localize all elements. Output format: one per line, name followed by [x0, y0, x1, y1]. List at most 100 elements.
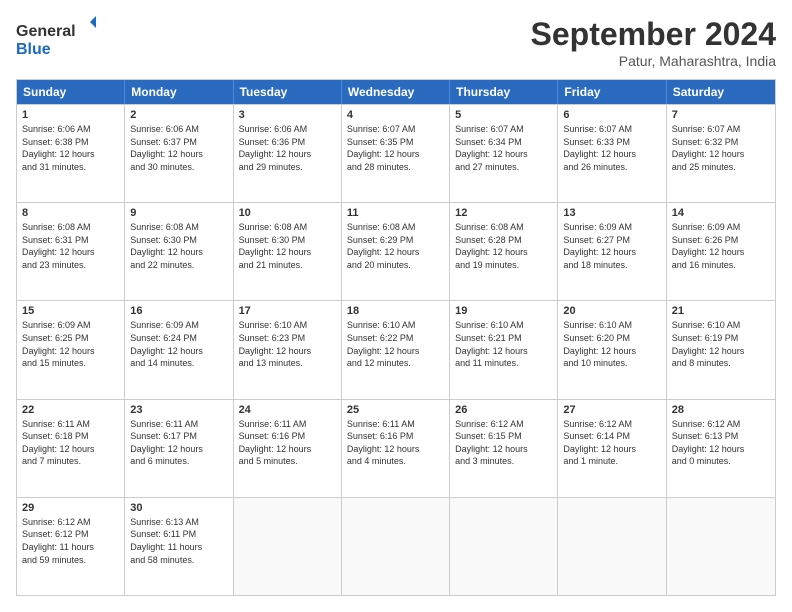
day-info: Sunrise: 6:08 AMSunset: 6:28 PMDaylight:…	[455, 221, 552, 271]
day-info: Sunrise: 6:10 AMSunset: 6:21 PMDaylight:…	[455, 319, 552, 369]
day-info: Sunrise: 6:12 AMSunset: 6:15 PMDaylight:…	[455, 418, 552, 468]
day-number: 26	[455, 404, 552, 416]
day-24: 24 Sunrise: 6:11 AMSunset: 6:16 PMDayligh…	[234, 400, 342, 497]
day-info: Sunrise: 6:11 AMSunset: 6:18 PMDaylight:…	[22, 418, 119, 468]
day-15: 15 Sunrise: 6:09 AMSunset: 6:25 PMDayligh…	[17, 301, 125, 398]
day-number: 10	[239, 207, 336, 219]
weekday-sunday: Sunday	[17, 80, 125, 104]
day-29: 29Sunrise: 6:12 AMSunset: 6:12 PMDayligh…	[17, 498, 125, 595]
day-19: 19 Sunrise: 6:10 AMSunset: 6:21 PMDayligh…	[450, 301, 558, 398]
day-number: 23	[130, 404, 227, 416]
weekday-saturday: Saturday	[667, 80, 775, 104]
day-5: 5 Sunrise: 6:07 AMSunset: 6:34 PMDaylight…	[450, 105, 558, 202]
day-info: Sunrise: 6:10 AMSunset: 6:20 PMDaylight:…	[563, 319, 660, 369]
day-25: 25Sunrise: 6:11 AMSunset: 6:16 PMDayligh…	[342, 400, 450, 497]
day-number: 22	[22, 404, 119, 416]
day-empty	[667, 498, 775, 595]
header: General Blue September 2024 Patur, Mahar…	[16, 16, 776, 69]
title-block: September 2024 Patur, Maharashtra, India	[531, 16, 776, 69]
weekday-tuesday: Tuesday	[234, 80, 342, 104]
day-26: 26 Sunrise: 6:12 AMSunset: 6:15 PMDayligh…	[450, 400, 558, 497]
day-13: 13Sunrise: 6:09 AMSunset: 6:27 PMDayligh…	[558, 203, 666, 300]
day-number: 27	[563, 404, 660, 416]
day-info: Sunrise: 6:10 AMSunset: 6:22 PMDaylight:…	[347, 319, 444, 369]
day-18: 18 Sunrise: 6:10 AMSunset: 6:22 PMDayligh…	[342, 301, 450, 398]
calendar: Sunday Monday Tuesday Wednesday Thursday…	[16, 79, 776, 596]
day-4: 4 Sunrise: 6:07 AMSunset: 6:35 PMDaylight…	[342, 105, 450, 202]
day-info: Sunrise: 6:08 AMSunset: 6:30 PMDaylight:…	[130, 221, 227, 271]
day-14: 14Sunrise: 6:09 AMSunset: 6:26 PMDayligh…	[667, 203, 775, 300]
logo-svg: General Blue	[16, 16, 96, 60]
day-number: 8	[22, 207, 119, 219]
day-number: 17	[239, 305, 336, 317]
day-20: 20 Sunrise: 6:10 AMSunset: 6:20 PMDayligh…	[558, 301, 666, 398]
day-info: Sunrise: 6:09 AMSunset: 6:27 PMDaylight:…	[563, 221, 660, 271]
day-info: Sunrise: 6:09 AMSunset: 6:26 PMDaylight:…	[672, 221, 770, 271]
day-info: Sunrise: 6:06 AMSunset: 6:37 PMDaylight:…	[130, 123, 227, 173]
day-info: Sunrise: 6:13 AMSunset: 6:11 PMDaylight:…	[130, 516, 227, 566]
calendar-row-1: 8 Sunrise: 6:08 AMSunset: 6:31 PMDaylight…	[17, 202, 775, 300]
calendar-row-3: 22 Sunrise: 6:11 AMSunset: 6:18 PMDayligh…	[17, 399, 775, 497]
day-23: 23 Sunrise: 6:11 AMSunset: 6:17 PMDayligh…	[125, 400, 233, 497]
day-info: Sunrise: 6:07 AMSunset: 6:33 PMDaylight:…	[563, 123, 660, 173]
day-number: 20	[563, 305, 660, 317]
day-info: Sunrise: 6:11 AMSunset: 6:16 PMDaylight:…	[347, 418, 444, 468]
day-number: 4	[347, 109, 444, 121]
day-30: 30 Sunrise: 6:13 AMSunset: 6:11 PMDayligh…	[125, 498, 233, 595]
day-number: 1	[22, 109, 119, 121]
day-number: 12	[455, 207, 552, 219]
day-info: Sunrise: 6:08 AMSunset: 6:29 PMDaylight:…	[347, 221, 444, 271]
day-17: 17Sunrise: 6:10 AMSunset: 6:23 PMDayligh…	[234, 301, 342, 398]
day-number: 11	[347, 207, 444, 219]
weekday-monday: Monday	[125, 80, 233, 104]
day-22: 22 Sunrise: 6:11 AMSunset: 6:18 PMDayligh…	[17, 400, 125, 497]
day-9: 9 Sunrise: 6:08 AMSunset: 6:30 PMDaylight…	[125, 203, 233, 300]
day-21: 21 Sunrise: 6:10 AMSunset: 6:19 PMDayligh…	[667, 301, 775, 398]
day-number: 21	[672, 305, 770, 317]
calendar-row-2: 15 Sunrise: 6:09 AMSunset: 6:25 PMDayligh…	[17, 300, 775, 398]
svg-text:Blue: Blue	[16, 41, 51, 58]
day-number: 9	[130, 207, 227, 219]
day-info: Sunrise: 6:09 AMSunset: 6:24 PMDaylight:…	[130, 319, 227, 369]
day-number: 2	[130, 109, 227, 121]
day-info: Sunrise: 6:11 AMSunset: 6:16 PMDaylight:…	[239, 418, 336, 468]
day-info: Sunrise: 6:07 AMSunset: 6:34 PMDaylight:…	[455, 123, 552, 173]
weekday-friday: Friday	[558, 80, 666, 104]
day-number: 24	[239, 404, 336, 416]
calendar-row-0: 1 Sunrise: 6:06 AMSunset: 6:38 PMDaylight…	[17, 104, 775, 202]
day-8: 8 Sunrise: 6:08 AMSunset: 6:31 PMDaylight…	[17, 203, 125, 300]
day-info: Sunrise: 6:08 AMSunset: 6:31 PMDaylight:…	[22, 221, 119, 271]
day-info: Sunrise: 6:09 AMSunset: 6:25 PMDaylight:…	[22, 319, 119, 369]
weekday-wednesday: Wednesday	[342, 80, 450, 104]
day-info: Sunrise: 6:12 AMSunset: 6:14 PMDaylight:…	[563, 418, 660, 468]
day-empty	[234, 498, 342, 595]
day-16: 16 Sunrise: 6:09 AMSunset: 6:24 PMDayligh…	[125, 301, 233, 398]
page: General Blue September 2024 Patur, Mahar…	[0, 0, 792, 612]
day-number: 18	[347, 305, 444, 317]
day-number: 5	[455, 109, 552, 121]
day-number: 16	[130, 305, 227, 317]
day-empty	[558, 498, 666, 595]
day-12: 12 Sunrise: 6:08 AMSunset: 6:28 PMDayligh…	[450, 203, 558, 300]
day-info: Sunrise: 6:06 AMSunset: 6:38 PMDaylight:…	[22, 123, 119, 173]
day-7: 7Sunrise: 6:07 AMSunset: 6:32 PMDaylight…	[667, 105, 775, 202]
day-number: 29	[22, 502, 119, 514]
day-info: Sunrise: 6:07 AMSunset: 6:35 PMDaylight:…	[347, 123, 444, 173]
day-6: 6 Sunrise: 6:07 AMSunset: 6:33 PMDaylight…	[558, 105, 666, 202]
day-10: 10Sunrise: 6:08 AMSunset: 6:30 PMDayligh…	[234, 203, 342, 300]
day-info: Sunrise: 6:11 AMSunset: 6:17 PMDaylight:…	[130, 418, 227, 468]
day-number: 30	[130, 502, 227, 514]
day-empty	[342, 498, 450, 595]
day-number: 15	[22, 305, 119, 317]
logo: General Blue	[16, 16, 96, 60]
day-number: 6	[563, 109, 660, 121]
day-number: 3	[239, 109, 336, 121]
calendar-header: Sunday Monday Tuesday Wednesday Thursday…	[17, 80, 775, 104]
svg-text:General: General	[16, 23, 76, 40]
calendar-body: 1 Sunrise: 6:06 AMSunset: 6:38 PMDaylight…	[17, 104, 775, 595]
day-info: Sunrise: 6:06 AMSunset: 6:36 PMDaylight:…	[239, 123, 336, 173]
day-1: 1 Sunrise: 6:06 AMSunset: 6:38 PMDaylight…	[17, 105, 125, 202]
day-info: Sunrise: 6:10 AMSunset: 6:19 PMDaylight:…	[672, 319, 770, 369]
day-number: 19	[455, 305, 552, 317]
day-number: 7	[672, 109, 770, 121]
